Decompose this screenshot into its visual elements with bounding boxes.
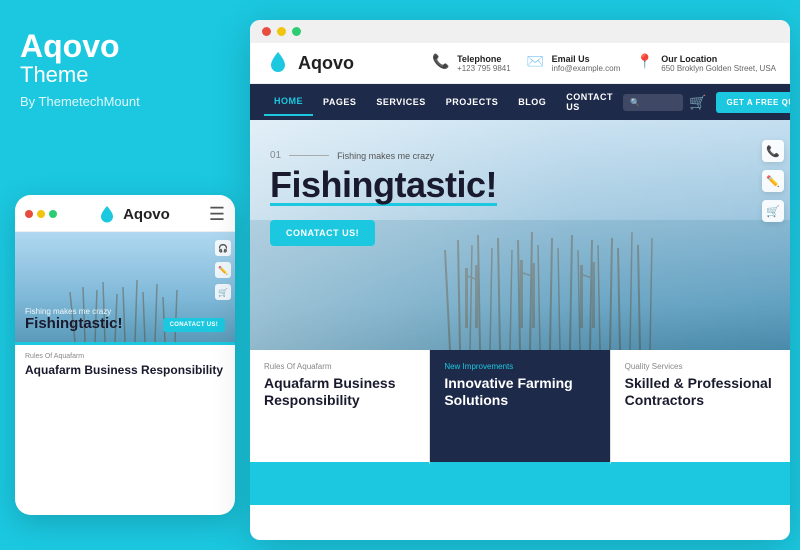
card-0-label: Rules Of Aquafarm [264,362,415,371]
desktop-logo-text: Aqovo [298,53,354,74]
hero-line: 01 Fishing makes me crazy [270,150,497,161]
mobile-hero-title: Fishingtastic! [25,316,123,333]
contact-email: ✉️ Email Us info@example.com [527,53,621,73]
nav-search-input[interactable] [623,94,683,111]
card-1-label: New Improvements [444,362,595,371]
mobile-hero-subtitle: Fishing makes me crazy [25,307,123,316]
desktop-nav: HOME PAGES SERVICES PROJECTS BLOG CONTAC… [250,84,790,120]
mobile-logo-text: Aqovo [123,206,170,223]
card-aquafarm: Rules Of Aquafarm Aquafarm Business Resp… [250,350,430,465]
card-1-title: Innovative Farming Solutions [444,375,595,409]
nav-contact[interactable]: CONTACT US [556,84,623,120]
mobile-hero-text: Fishing makes me crazy Fishingtastic! [25,307,123,333]
email-icon: ✉️ [527,53,547,73]
dot-yellow [37,210,45,218]
desktop-mockup: Aqovo 📞 Telephone +123 795 9841 ✉️ Email… [250,20,790,540]
desktop-dot-red [262,27,271,36]
nav-home[interactable]: HOME [264,88,313,116]
hero-line-rule [289,155,329,156]
dot-green [49,210,57,218]
hero-line-number: 01 [270,150,281,161]
card-contractors: Quality Services Skilled & Professional … [611,350,790,465]
hero-content: 01 Fishing makes me crazy Fishingtastic!… [270,150,497,246]
contact-location: 📍 Our Location 650 Broklyn Golden Street… [636,53,776,73]
card-2-title: Skilled & Professional Contractors [625,375,776,409]
desktop-logo-icon [264,49,292,77]
desktop-cards: Rules Of Aquafarm Aquafarm Business Resp… [250,350,790,465]
header-contacts: 📞 Telephone +123 795 9841 ✉️ Email Us in… [432,53,776,73]
hero-title-text: Fishingtastic! [270,167,497,206]
nav-cta-button[interactable]: GET A FREE QUOTES! [716,92,790,113]
desktop-logo: Aqovo [264,49,354,77]
card-2-label: Quality Services [625,362,776,371]
mobile-card-label: Rules Of Aquafarm [25,353,225,360]
bottom-block [264,465,384,505]
mobile-mockup: Aqovo ☰ Fishing makes me crazy [15,195,235,515]
location-icon: 📍 [636,53,656,73]
desktop-titlebar [250,20,790,43]
brand-by: By ThemetechMount [20,94,225,109]
nav-services[interactable]: SERVICES [366,89,435,115]
hero-right-icons: 📞 ✏️ 🛒 [762,140,784,222]
brand-name: Aqovo [20,30,225,62]
nav-pages[interactable]: PAGES [313,89,366,115]
contact-telephone: 📞 Telephone +123 795 9841 [432,53,511,73]
card-0-title: Aquafarm Business Responsibility [264,375,415,409]
hero-title: Fishingtastic! [270,167,497,206]
mobile-edit-icon[interactable]: ✏️ [215,262,231,278]
nav-blog[interactable]: BLOG [508,89,556,115]
email-value: info@example.com [552,64,621,73]
mobile-hero: Fishing makes me crazy Fishingtastic! CO… [15,232,235,342]
email-label: Email Us [552,54,621,64]
mobile-topbar: Aqovo ☰ [15,195,235,232]
mobile-hero-icons: 🎧 ✏️ 🛒 [215,240,231,300]
desktop-hero: 01 Fishing makes me crazy Fishingtastic!… [250,120,790,350]
mobile-hamburger-icon[interactable]: ☰ [209,204,225,225]
mobile-window-dots [25,210,57,218]
telephone-label: Telephone [457,54,511,64]
mobile-headphone-icon[interactable]: 🎧 [215,240,231,256]
mobile-logo: Aqovo [96,203,170,225]
desktop-header: Aqovo 📞 Telephone +123 795 9841 ✉️ Email… [250,43,790,84]
desktop-dot-yellow [277,27,286,36]
hero-phone-icon[interactable]: 📞 [762,140,784,162]
hero-cta-button[interactable]: CONATACT US! [270,220,375,246]
location-label: Our Location [661,54,776,64]
hero-cart-icon[interactable]: 🛒 [762,200,784,222]
mobile-card: Rules Of Aquafarm Aquafarm Business Resp… [15,342,235,385]
nav-cart-icon[interactable]: 🛒 [689,94,706,111]
mobile-logo-icon [96,203,118,225]
card-innovative: New Improvements Innovative Farming Solu… [430,350,610,465]
phone-icon: 📞 [432,53,452,73]
desktop-dot-green [292,27,301,36]
left-panel: Aqovo Theme By ThemetechMount Aqovo ☰ [0,0,245,550]
mobile-cart-icon[interactable]: 🛒 [215,284,231,300]
telephone-value: +123 795 9841 [457,64,511,73]
nav-projects[interactable]: PROJECTS [436,89,509,115]
brand-subtitle: Theme [20,62,225,88]
hero-edit-icon[interactable]: ✏️ [762,170,784,192]
hero-subtitle: Fishing makes me crazy [337,151,434,161]
mobile-hero-cta[interactable]: CONATACT US! [163,318,225,332]
desktop-bottom-strip [250,465,790,505]
location-value: 650 Broklyn Golden Street, USA [661,64,776,73]
dot-red [25,210,33,218]
mobile-card-title: Aquafarm Business Responsibility [25,363,225,377]
